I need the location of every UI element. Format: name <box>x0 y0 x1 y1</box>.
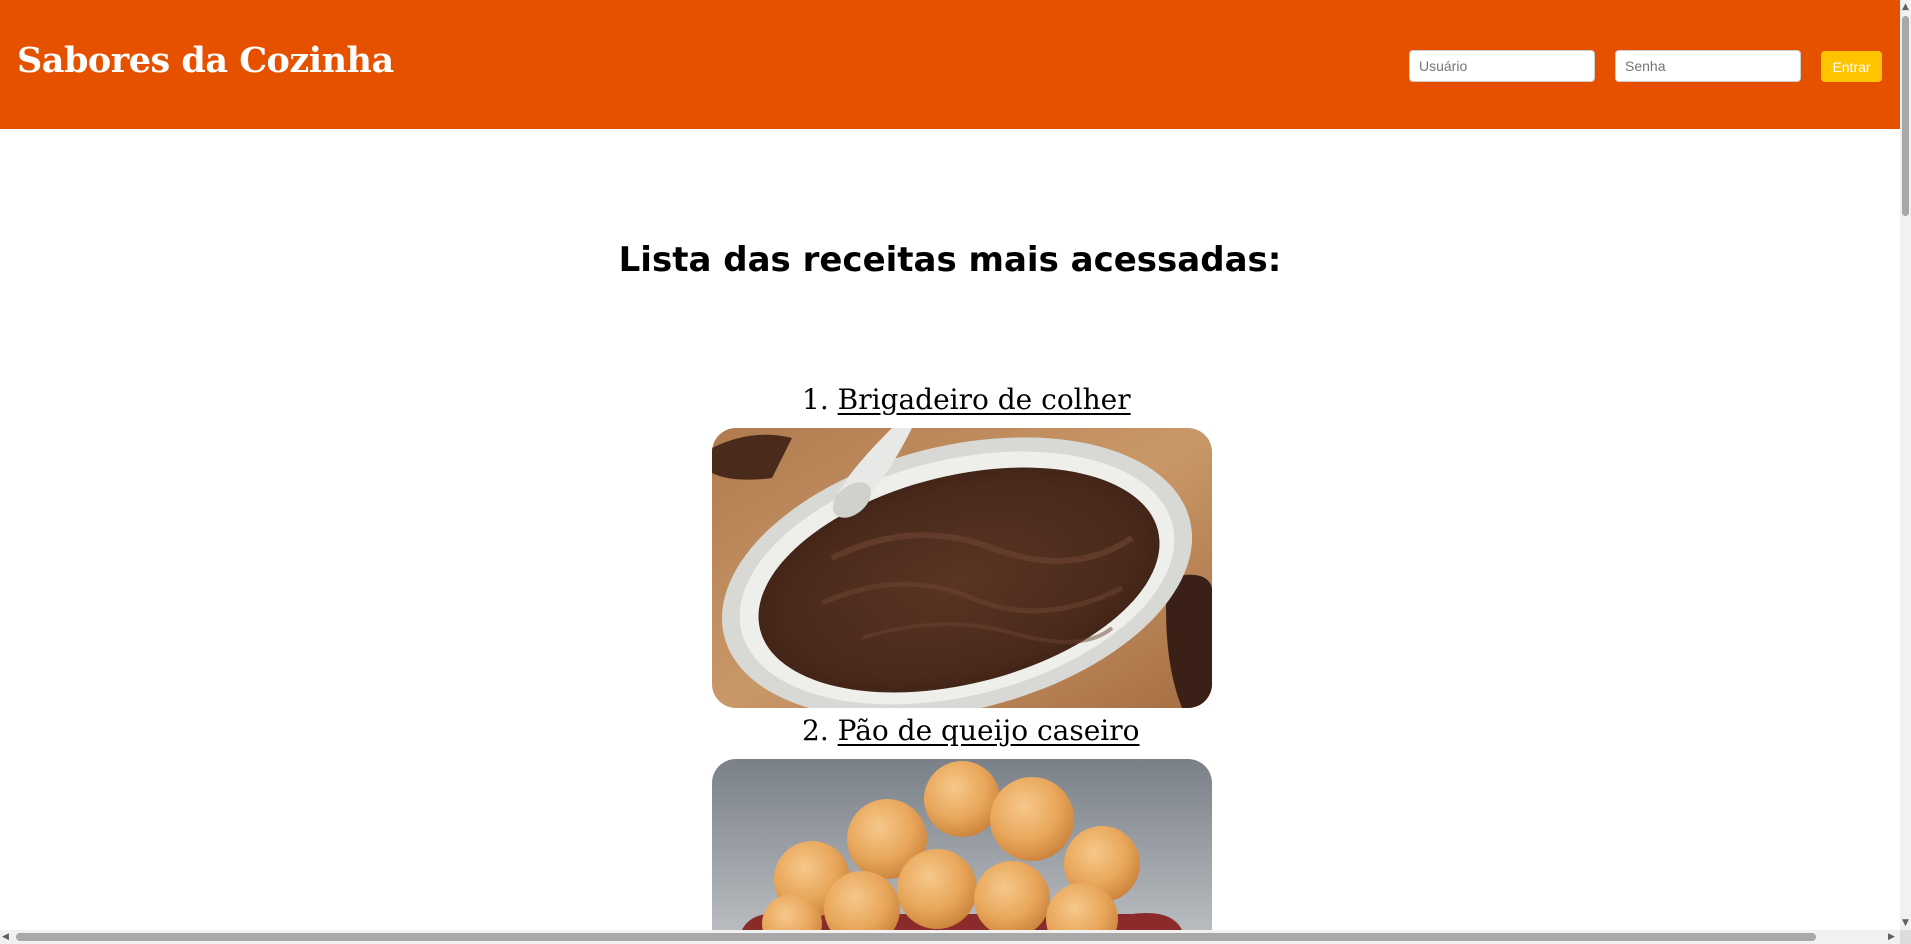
horizontal-scroll-thumb[interactable] <box>16 933 1816 941</box>
recipe-image-pao-de-queijo[interactable] <box>712 759 1212 930</box>
horizontal-scrollbar[interactable]: ◀ ▶ <box>0 930 1900 944</box>
login-button[interactable]: Entrar <box>1821 51 1882 82</box>
scroll-up-icon[interactable]: ▲ <box>1902 2 1909 12</box>
scroll-right-icon[interactable]: ▶ <box>1888 932 1895 942</box>
page-heading: Lista das receitas mais acessadas: <box>618 240 1282 280</box>
vertical-scrollbar[interactable]: ▲ ▼ <box>1900 0 1911 930</box>
username-input[interactable] <box>1409 50 1595 82</box>
scroll-down-icon[interactable]: ▼ <box>1902 918 1909 928</box>
recipe-title-row: 2. Pão de queijo caseiro <box>802 714 1140 747</box>
recipe-image-brigadeiro[interactable] <box>712 428 1212 708</box>
recipe-number: 1. <box>802 383 829 416</box>
site-brand[interactable]: Sabores da Cozinha <box>17 40 394 81</box>
password-input[interactable] <box>1615 50 1801 82</box>
viewport: Sabores da Cozinha Entrar Lista das rece… <box>0 0 1900 930</box>
vertical-scroll-thumb[interactable] <box>1902 16 1909 216</box>
scrollbar-corner <box>1900 930 1911 944</box>
site-header: Sabores da Cozinha Entrar <box>0 0 1900 129</box>
recipe-link-brigadeiro[interactable]: Brigadeiro de colher <box>838 383 1131 416</box>
recipe-number: 2. <box>802 714 829 747</box>
scroll-left-icon[interactable]: ◀ <box>2 932 9 942</box>
recipe-title-row: 1. Brigadeiro de colher <box>802 383 1131 416</box>
recipe-link-pao-de-queijo[interactable]: Pão de queijo caseiro <box>838 714 1140 747</box>
